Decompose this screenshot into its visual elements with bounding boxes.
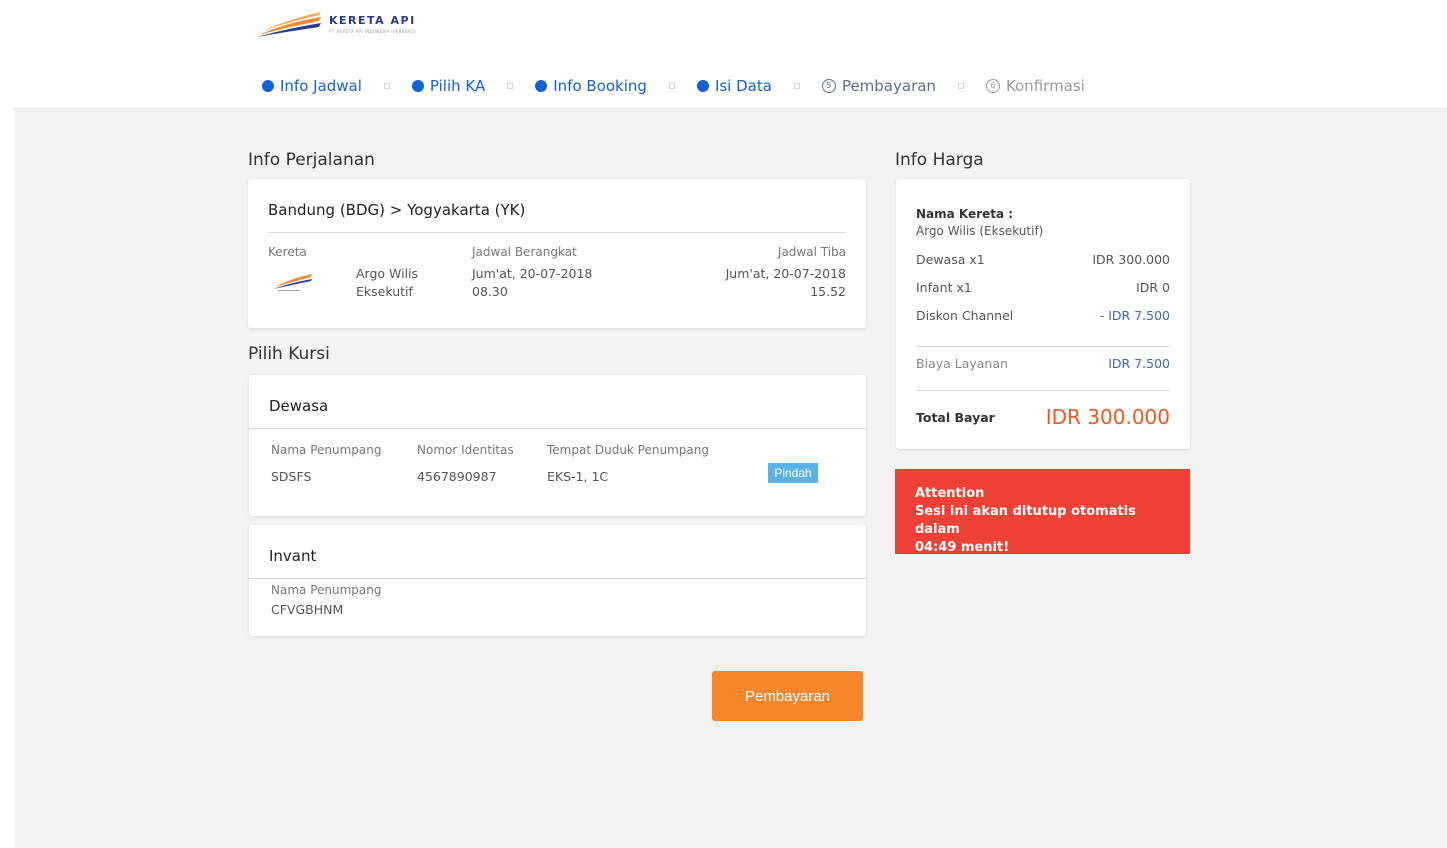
header: KERETA API PT. KERETA API INDONESIA (PER… — [0, 0, 1447, 108]
total-value: IDR 300.000 — [1045, 405, 1170, 429]
infant-title: Invant — [269, 547, 317, 565]
trip-section-title: Info Perjalanan — [248, 150, 375, 170]
divider — [916, 346, 1170, 347]
step-info-jadwal[interactable]: Info Jadwal — [262, 77, 362, 95]
price-row-total: Total Bayar IDR 300.000 — [916, 405, 1170, 429]
train-name: Argo Wilis Eksekutif — [356, 265, 418, 301]
price-row-fee: Biaya Layanan IDR 7.500 — [916, 356, 1170, 371]
step-label: Pembayaran — [841, 77, 936, 95]
train-name-line2: Eksekutif — [356, 284, 413, 299]
step-separator-icon — [668, 83, 675, 89]
infant-passenger-card: Invant Nama Penumpang CFVGBHNM — [249, 525, 866, 636]
step-separator-icon — [507, 83, 514, 89]
arrive-date: Jum'at, 20-07-2018 — [725, 266, 846, 281]
train-name-line1: Argo Wilis — [356, 266, 419, 281]
arrive-label: Jadwal Tiba — [777, 245, 846, 259]
infant-name: CFVGBHNM — [271, 602, 344, 617]
depart-info: Jum'at, 20-07-2018 08.30 — [472, 265, 592, 301]
step-separator-icon — [957, 83, 964, 89]
divider — [249, 428, 866, 429]
divider — [249, 578, 866, 579]
price-value: IDR 300.000 — [1092, 252, 1170, 267]
col-passenger-name: Nama Penumpang — [271, 583, 382, 597]
step-pilih-ka[interactable]: Pilih KA — [411, 77, 486, 95]
train-label: Kereta — [268, 245, 307, 259]
fee-label: Biaya Layanan — [916, 356, 1008, 371]
step-label: Info Booking — [553, 77, 647, 95]
logo-icon — [257, 12, 321, 37]
divider — [916, 390, 1170, 391]
step-separator-icon — [793, 83, 800, 89]
logo-tagline: PT. KERETA API INDONESIA (PERSERO) — [329, 29, 416, 34]
arrive-time: 15.52 — [810, 284, 846, 299]
fee-value: IDR 7.500 — [1108, 356, 1170, 371]
seat-section-title: Pilih Kursi — [248, 344, 330, 364]
pembayaran-button[interactable]: Pembayaran — [712, 671, 863, 721]
divider — [268, 232, 846, 233]
price-section-title: Info Harga — [895, 150, 984, 170]
trip-card: Bandung (BDG) > Yogyakarta (YK) Kereta A… — [248, 179, 866, 328]
col-seat: Tempat Duduk Penumpang — [547, 443, 709, 457]
train-name-label: Nama Kereta : — [916, 207, 1014, 221]
train-name-value: Argo Wilis (Eksekutif) — [916, 224, 1044, 238]
col-passenger-name: Nama Penumpang — [271, 443, 382, 457]
adult-passenger-card: Dewasa Nama Penumpang Nomor Identitas Te… — [249, 375, 866, 516]
step-konfirmasi[interactable]: 6 Konfirmasi — [985, 77, 1085, 95]
depart-label: Jadwal Berangkat — [472, 245, 577, 259]
step-label: Pilih KA — [429, 77, 486, 95]
step-done-dot-icon — [535, 80, 548, 92]
route-text: Bandung (BDG) > Yogyakarta (YK) — [268, 201, 526, 219]
alert-countdown: 04:49 menit! — [915, 540, 1010, 555]
step-done-dot-icon — [696, 80, 709, 92]
step-separator-icon — [383, 83, 390, 89]
price-row-adult: Dewasa x1 IDR 300.000 — [916, 252, 1170, 267]
step-done-dot-icon — [262, 80, 274, 92]
session-alert: Attention Sesi ini akan ditutup otomatis… — [895, 469, 1190, 555]
price-row-discount: Diskon Channel - IDR 7.500 — [916, 308, 1170, 323]
price-row-infant: Infant x1 IDR 0 — [916, 280, 1170, 295]
depart-date: Jum'at, 20-07-2018 — [472, 266, 593, 281]
total-label: Total Bayar — [916, 409, 995, 425]
arrive-info: Jum'at, 20-07-2018 15.52 — [726, 265, 846, 301]
identity-number: 4567890987 — [417, 469, 497, 484]
booking-steps: Info Jadwal Pilih KA Info Booking Isi Da… — [262, 74, 1085, 98]
price-card: Nama Kereta : Argo Wilis (Eksekutif) Dew… — [896, 179, 1190, 449]
alert-title: Attention — [915, 486, 985, 501]
step-pembayaran[interactable]: 5 Pembayaran — [821, 77, 936, 95]
pindah-seat-button[interactable]: Pindah — [768, 463, 818, 483]
price-value: IDR 0 — [1136, 280, 1170, 295]
step-done-dot-icon — [411, 80, 424, 92]
alert-message: Sesi ini akan ditutup otomatis dalam — [915, 504, 1136, 537]
step-label: Info Jadwal — [280, 77, 362, 95]
step-label: Konfirmasi — [1005, 77, 1085, 95]
kereta-api-logo[interactable]: KERETA API PT. KERETA API INDONESIA (PER… — [255, 8, 425, 40]
train-logo-icon — [273, 274, 312, 291]
passenger-name: SDSFS — [271, 469, 312, 484]
col-identity-number: Nomor Identitas — [417, 443, 514, 457]
step-number-icon: 6 — [985, 79, 1000, 93]
price-value: - IDR 7.500 — [1099, 308, 1170, 323]
adult-title: Dewasa — [269, 397, 329, 415]
step-label: Isi Data — [714, 77, 772, 95]
price-label: Dewasa x1 — [916, 252, 985, 267]
price-label: Infant x1 — [916, 280, 972, 295]
logo-title: KERETA API — [329, 14, 416, 27]
step-info-booking[interactable]: Info Booking — [535, 77, 647, 95]
step-number-icon: 5 — [821, 79, 836, 93]
seat-number: EKS-1, 1C — [547, 469, 609, 484]
depart-time: 08.30 — [472, 284, 508, 299]
price-label: Diskon Channel — [916, 308, 1014, 323]
step-isi-data[interactable]: Isi Data — [696, 77, 772, 95]
